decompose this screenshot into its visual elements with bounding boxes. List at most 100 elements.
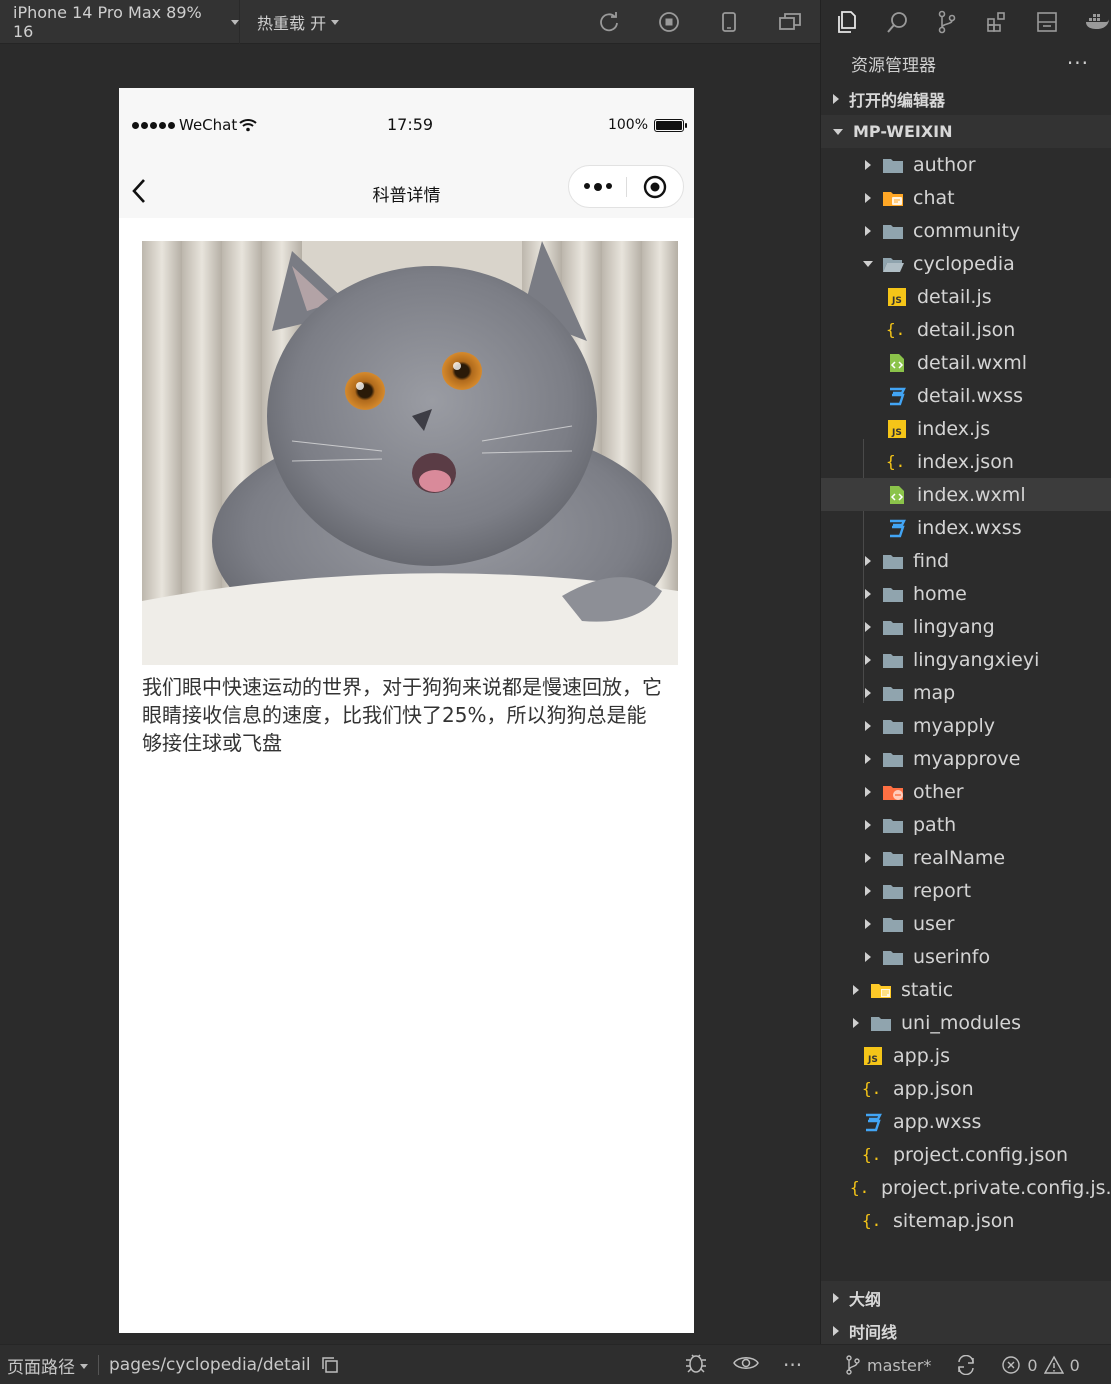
chevron-right-icon bbox=[865, 753, 871, 764]
tree-item-label: path bbox=[913, 813, 957, 836]
tree-item-label: index.js bbox=[917, 417, 991, 440]
tree-item[interactable]: author bbox=[821, 148, 1111, 181]
chevron-right-icon bbox=[853, 1017, 859, 1028]
close-mini-program-icon[interactable] bbox=[627, 175, 683, 199]
tree-item[interactable]: index.wxss bbox=[821, 511, 1111, 544]
chevron-right-icon bbox=[865, 555, 871, 566]
folder-icon bbox=[870, 1013, 892, 1033]
tree-item[interactable]: userinfo bbox=[821, 940, 1111, 973]
tree-item[interactable]: realName bbox=[821, 841, 1111, 874]
tree-item[interactable]: uni_modules bbox=[821, 1006, 1111, 1039]
phone-status-bar: WeChat 17:59 100% bbox=[119, 88, 694, 164]
simulator-status-icons: ··· bbox=[683, 1345, 802, 1384]
tree-item[interactable]: JS app.js bbox=[821, 1039, 1111, 1072]
section-outline[interactable]: 大纲 bbox=[821, 1281, 1111, 1314]
stop-icon[interactable] bbox=[658, 11, 680, 33]
file-tree: author chat community cyclopedia JS detail.js… bbox=[821, 148, 1111, 1237]
tree-item[interactable]: {..} project.config.json bbox=[821, 1138, 1111, 1171]
phone-nav-bar: 科普详情 bbox=[119, 164, 694, 218]
warning-count[interactable]: 0 bbox=[1070, 1356, 1080, 1375]
tree-item[interactable]: JS detail.js bbox=[821, 280, 1111, 313]
tree-item[interactable]: other bbox=[821, 775, 1111, 808]
tree-item[interactable]: lingyang bbox=[821, 610, 1111, 643]
twistie bbox=[862, 819, 874, 830]
tree-item[interactable]: {..} detail.json bbox=[821, 313, 1111, 346]
sync-icon[interactable] bbox=[955, 1355, 977, 1375]
more-icon[interactable]: ··· bbox=[783, 1353, 802, 1377]
tree-item[interactable]: JS index.js bbox=[821, 412, 1111, 445]
preview-eye-icon[interactable] bbox=[733, 1353, 759, 1377]
devtools-window: iPhone 14 Pro Max 89% 16 热重载 开 WeChat 17… bbox=[0, 0, 1111, 1384]
twistie bbox=[862, 555, 874, 566]
more-actions-icon[interactable]: ··· bbox=[1067, 51, 1089, 75]
tree-item[interactable]: app.wxss bbox=[821, 1105, 1111, 1138]
tree-item[interactable]: map bbox=[821, 676, 1111, 709]
device-selector[interactable]: iPhone 14 Pro Max 89% 16 bbox=[0, 0, 240, 44]
tree-item-label: detail.wxml bbox=[917, 351, 1028, 374]
json-file-icon: {..} bbox=[862, 1079, 884, 1099]
extensions-icon[interactable] bbox=[983, 8, 1011, 36]
error-count[interactable]: 0 bbox=[1027, 1356, 1037, 1375]
more-options-icon[interactable] bbox=[569, 182, 626, 191]
tree-item[interactable]: user bbox=[821, 907, 1111, 940]
tree-item[interactable]: static bbox=[821, 973, 1111, 1006]
tree-item[interactable]: community bbox=[821, 214, 1111, 247]
detach-window-icon[interactable] bbox=[778, 11, 802, 33]
section-timeline-label: 时间线 bbox=[849, 1322, 898, 1342]
search-icon[interactable] bbox=[883, 8, 911, 36]
tree-item[interactable]: myapprove bbox=[821, 742, 1111, 775]
js-file-icon: JS bbox=[886, 419, 908, 439]
tree-item[interactable]: index.wxml bbox=[821, 478, 1111, 511]
source-control-icon[interactable] bbox=[933, 8, 961, 36]
svg-text:JS: JS bbox=[891, 428, 902, 438]
tree-item[interactable]: detail.wxss bbox=[821, 379, 1111, 412]
git-status: master* 0 0 bbox=[845, 1345, 1080, 1384]
twistie bbox=[862, 260, 874, 267]
svg-text:JS: JS bbox=[891, 296, 902, 306]
twistie bbox=[862, 588, 874, 599]
phone-icon[interactable] bbox=[718, 11, 740, 33]
folder-icon bbox=[882, 617, 904, 637]
twistie bbox=[862, 159, 874, 170]
tree-item[interactable]: {..} project.private.config.js... bbox=[821, 1171, 1111, 1204]
tree-item[interactable]: home bbox=[821, 577, 1111, 610]
tree-item-label: myapprove bbox=[913, 747, 1021, 770]
tree-item[interactable]: cyclopedia bbox=[821, 247, 1111, 280]
tree-item[interactable]: {..} app.json bbox=[821, 1072, 1111, 1105]
folder-icon bbox=[882, 749, 904, 769]
device-label: iPhone 14 Pro Max 89% 16 bbox=[13, 2, 202, 41]
refresh-icon[interactable] bbox=[598, 11, 620, 33]
tree-item[interactable]: detail.wxml bbox=[821, 346, 1111, 379]
section-open-editors[interactable]: 打开的编辑器 bbox=[821, 82, 1111, 115]
svg-text:JS: JS bbox=[867, 1055, 878, 1065]
files-icon[interactable] bbox=[833, 8, 861, 36]
tree-item[interactable]: {..} sitemap.json bbox=[821, 1204, 1111, 1237]
copy-icon[interactable] bbox=[321, 1356, 339, 1374]
tree-item-label: myapply bbox=[913, 714, 996, 737]
tree-item[interactable]: lingyangxieyi bbox=[821, 643, 1111, 676]
tree-item[interactable]: {..} index.json bbox=[821, 445, 1111, 478]
page-path-label[interactable]: 页面路径 bbox=[7, 1353, 75, 1378]
hot-reload-toggle[interactable]: 热重载 开 bbox=[240, 0, 340, 44]
tree-item-label: author bbox=[913, 153, 976, 176]
chevron-down-icon[interactable] bbox=[80, 1363, 88, 1369]
chevron-right-icon bbox=[833, 93, 839, 104]
branch-icon bbox=[846, 1355, 860, 1375]
folder-icon bbox=[882, 881, 904, 901]
section-project[interactable]: MP-WEIXIN bbox=[821, 115, 1111, 148]
tree-item[interactable]: path bbox=[821, 808, 1111, 841]
tree-item[interactable]: find bbox=[821, 544, 1111, 577]
wxss-file-icon bbox=[886, 518, 908, 538]
debug-bug-icon[interactable] bbox=[683, 1352, 709, 1378]
tree-item[interactable]: chat bbox=[821, 181, 1111, 214]
tree-item-label: index.json bbox=[917, 450, 1014, 473]
folder-icon bbox=[882, 155, 904, 175]
section-project-label: MP-WEIXIN bbox=[853, 122, 953, 141]
chevron-right-icon bbox=[853, 984, 859, 995]
branch-name[interactable]: master* bbox=[867, 1356, 931, 1375]
tree-item[interactable]: myapply bbox=[821, 709, 1111, 742]
section-timeline[interactable]: 时间线 bbox=[821, 1314, 1111, 1347]
docker-icon[interactable] bbox=[1083, 8, 1111, 36]
storage-icon[interactable] bbox=[1033, 8, 1061, 36]
tree-item[interactable]: report bbox=[821, 874, 1111, 907]
